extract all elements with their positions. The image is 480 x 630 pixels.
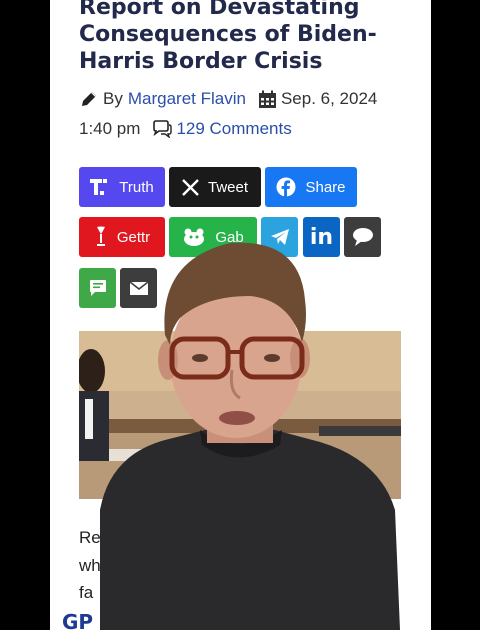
comments-icon [152, 120, 173, 138]
tweet-button[interactable]: Tweet [169, 167, 261, 207]
sms-icon [89, 279, 107, 297]
facebook-icon [276, 177, 296, 197]
post-meta: 1:40 pm 129 Comments [79, 117, 292, 141]
linkedin-icon: in [309, 224, 334, 250]
gettr-share-button[interactable]: Gettr [79, 217, 165, 257]
article-title: Report on Devastating Consequences of Bi… [79, 0, 419, 75]
linkedin-share-button[interactable]: in [303, 217, 340, 257]
title-line-2: Consequences of Biden- [79, 22, 377, 47]
body-fragment-3: fa [79, 583, 94, 602]
pencil-icon [79, 89, 99, 109]
byline: By Margaret Flavin Sep. 6, 2024 [79, 87, 377, 111]
gab-icon [182, 227, 206, 247]
calendar-icon [258, 90, 277, 109]
article-page: Report on Devastating Consequences of Bi… [50, 0, 431, 630]
telegram-icon [270, 228, 290, 246]
sms-share-button[interactable] [79, 268, 116, 308]
site-logo: GP [62, 610, 94, 630]
article-photo [79, 331, 401, 499]
body-fragment-1: Re [79, 528, 101, 547]
comment-share-button[interactable] [344, 217, 381, 257]
truth-social-icon [90, 178, 110, 196]
post-time: 1:40 pm [79, 119, 141, 138]
title-line-3: Harris Border Crisis [79, 49, 323, 74]
body-fragment-2: wh [79, 556, 101, 575]
post-date: Sep. 6, 2024 [280, 89, 378, 108]
facebook-share-button[interactable]: Share [265, 167, 357, 207]
truth-label: Truth [119, 178, 154, 196]
email-share-button[interactable] [120, 268, 157, 308]
by-label: By [103, 89, 123, 108]
gab-share-button[interactable]: Gab [169, 217, 257, 257]
comment-icon [352, 227, 374, 247]
truth-share-button[interactable]: Truth [79, 167, 165, 207]
x-icon [182, 178, 199, 196]
gab-label: Gab [215, 228, 244, 246]
comments-link[interactable]: 129 Comments [176, 119, 291, 139]
email-icon [129, 280, 149, 296]
author-link[interactable]: Margaret Flavin [128, 89, 246, 109]
telegram-share-button[interactable] [261, 217, 298, 257]
tweet-label: Tweet [207, 178, 249, 196]
title-line-1: Report on Devastating [79, 0, 360, 20]
gettr-label: Gettr [116, 228, 151, 246]
gettr-icon [94, 226, 108, 248]
facebook-label: Share [305, 178, 346, 196]
